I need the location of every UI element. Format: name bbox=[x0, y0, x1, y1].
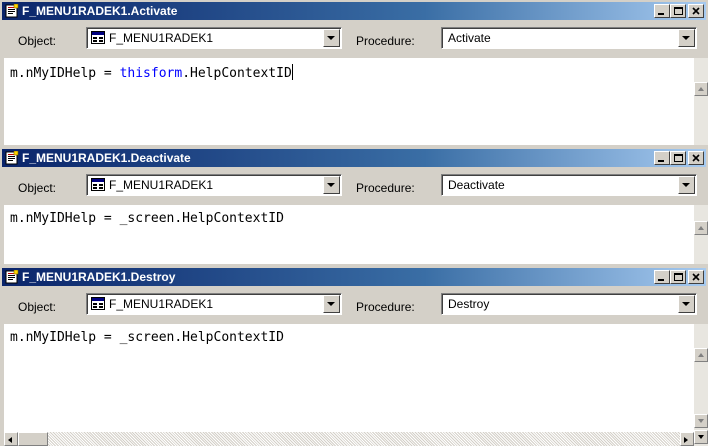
toolbar: Object: F_MENU1RADEK1 Procedure: Deactiv… bbox=[0, 169, 708, 205]
chevron-down-icon bbox=[327, 36, 335, 40]
scroll-up-button[interactable] bbox=[694, 82, 708, 96]
object-value: F_MENU1RADEK1 bbox=[109, 297, 214, 311]
procedure-dropdown-button[interactable] bbox=[678, 176, 695, 194]
code-window-activate: F_MENU1RADEK1.Activate Object: F_MENU1RA… bbox=[0, 0, 708, 147]
chevron-up-icon bbox=[698, 353, 704, 357]
code-line: m.nMyIDHelp = _screen.HelpContextID bbox=[10, 330, 284, 345]
scroll-left-button[interactable] bbox=[4, 432, 18, 446]
vertical-scrollbar[interactable] bbox=[694, 324, 708, 446]
object-combo[interactable]: F_MENU1RADEK1 bbox=[86, 293, 342, 315]
title-bar[interactable]: F_MENU1RADEK1.Deactivate bbox=[2, 149, 706, 167]
chevron-down-icon bbox=[682, 183, 690, 187]
window-title: F_MENU1RADEK1.Destroy bbox=[22, 270, 176, 284]
close-icon bbox=[692, 154, 700, 162]
maximize-button[interactable] bbox=[670, 151, 686, 165]
procedure-dropdown-button[interactable] bbox=[678, 29, 695, 47]
code-editor[interactable]: m.nMyIDHelp = _screen.HelpContextID bbox=[4, 324, 694, 446]
object-dropdown-button[interactable] bbox=[323, 176, 340, 194]
maximize-icon bbox=[674, 273, 683, 281]
minimize-icon bbox=[658, 279, 664, 281]
scroll-right-button[interactable] bbox=[680, 432, 694, 446]
close-button[interactable] bbox=[688, 270, 704, 284]
object-combo[interactable]: F_MENU1RADEK1 bbox=[86, 174, 342, 196]
object-label: Object: bbox=[18, 300, 57, 314]
keyword-token: thisform bbox=[119, 66, 183, 81]
horizontal-scrollbar[interactable] bbox=[4, 432, 694, 446]
chevron-down-icon bbox=[682, 36, 690, 40]
object-dropdown-button[interactable] bbox=[323, 295, 340, 313]
object-combo[interactable]: F_MENU1RADEK1 bbox=[86, 27, 342, 49]
maximize-icon bbox=[674, 7, 683, 15]
scroll-up-button[interactable] bbox=[694, 348, 708, 362]
title-bar[interactable]: F_MENU1RADEK1.Activate bbox=[2, 2, 706, 20]
form-code-icon bbox=[5, 3, 19, 18]
procedure-value: Destroy bbox=[448, 297, 490, 311]
form-object-icon bbox=[91, 31, 105, 44]
code-line: m.nMyIDHelp = thisform.HelpContextID bbox=[10, 64, 293, 81]
procedure-label: Procedure: bbox=[356, 181, 415, 195]
form-object-icon bbox=[91, 178, 105, 191]
code-editor[interactable]: m.nMyIDHelp = thisform.HelpContextID bbox=[4, 58, 694, 145]
procedure-label: Procedure: bbox=[356, 34, 415, 48]
vertical-scrollbar[interactable] bbox=[694, 58, 708, 145]
minimize-button[interactable] bbox=[654, 270, 670, 284]
minimize-icon bbox=[658, 160, 664, 162]
code-window-destroy: F_MENU1RADEK1.Destroy Object: F_MENU1RAD… bbox=[0, 266, 708, 446]
maximize-button[interactable] bbox=[670, 270, 686, 284]
maximize-button[interactable] bbox=[670, 4, 686, 18]
procedure-label: Procedure: bbox=[356, 300, 415, 314]
code-line: m.nMyIDHelp = _screen.HelpContextID bbox=[10, 211, 284, 226]
procedure-value: Deactivate bbox=[448, 178, 505, 192]
vertical-scrollbar[interactable] bbox=[694, 205, 708, 264]
form-code-icon bbox=[5, 269, 19, 284]
object-label: Object: bbox=[18, 181, 57, 195]
chevron-down-icon bbox=[327, 183, 335, 187]
text-caret bbox=[291, 64, 293, 80]
procedure-value: Activate bbox=[448, 31, 491, 45]
chevron-down-icon bbox=[698, 435, 704, 439]
minimize-icon bbox=[658, 13, 664, 15]
window-title: F_MENU1RADEK1.Deactivate bbox=[22, 151, 191, 165]
window-title: F_MENU1RADEK1.Activate bbox=[22, 4, 178, 18]
scroll-down-button[interactable] bbox=[694, 414, 708, 428]
code-editor[interactable]: m.nMyIDHelp = _screen.HelpContextID bbox=[4, 205, 694, 264]
close-icon bbox=[692, 7, 700, 15]
scroll-up-button[interactable] bbox=[694, 221, 708, 235]
object-dropdown-button[interactable] bbox=[323, 29, 340, 47]
procedure-combo[interactable]: Destroy bbox=[441, 293, 697, 315]
chevron-up-icon bbox=[698, 226, 704, 230]
close-button[interactable] bbox=[688, 151, 704, 165]
object-value: F_MENU1RADEK1 bbox=[109, 178, 214, 192]
title-bar[interactable]: F_MENU1RADEK1.Destroy bbox=[2, 268, 706, 286]
scroll-down-arrow-button[interactable] bbox=[694, 430, 708, 444]
procedure-combo[interactable]: Deactivate bbox=[441, 174, 697, 196]
chevron-right-icon bbox=[684, 437, 688, 443]
procedure-dropdown-button[interactable] bbox=[678, 295, 695, 313]
toolbar: Object: F_MENU1RADEK1 Procedure: Activat… bbox=[0, 22, 708, 58]
chevron-down-icon bbox=[327, 302, 335, 306]
object-label: Object: bbox=[18, 34, 57, 48]
form-object-icon bbox=[91, 297, 105, 310]
procedure-combo[interactable]: Activate bbox=[441, 27, 697, 49]
minimize-button[interactable] bbox=[654, 151, 670, 165]
close-button[interactable] bbox=[688, 4, 704, 18]
chevron-left-icon bbox=[8, 437, 12, 443]
chevron-down-icon bbox=[698, 419, 704, 423]
horizontal-scroll-thumb[interactable] bbox=[18, 432, 48, 446]
object-value: F_MENU1RADEK1 bbox=[109, 31, 214, 45]
chevron-up-icon bbox=[698, 87, 704, 91]
chevron-down-icon bbox=[682, 302, 690, 306]
close-icon bbox=[692, 273, 700, 281]
toolbar: Object: F_MENU1RADEK1 Procedure: Destroy bbox=[0, 288, 708, 324]
form-code-icon bbox=[5, 150, 19, 165]
maximize-icon bbox=[674, 154, 683, 162]
minimize-button[interactable] bbox=[654, 4, 670, 18]
code-window-deactivate: F_MENU1RADEK1.Deactivate Object: F_MENU1… bbox=[0, 147, 708, 266]
